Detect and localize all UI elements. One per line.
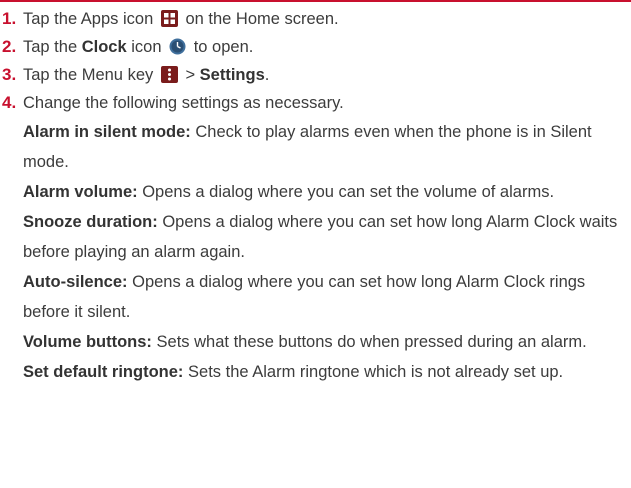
step-number: 2. — [2, 37, 17, 56]
clock-icon — [169, 36, 186, 64]
top-divider — [0, 0, 631, 2]
setting-name: Alarm volume: — [23, 183, 138, 201]
step-number: 1. — [2, 9, 17, 28]
step-text: . — [264, 66, 270, 84]
setting-description: Sets what these buttons do when pressed … — [156, 333, 587, 351]
setting-name: Volume buttons: — [23, 333, 152, 351]
step-text: Tap the — [23, 38, 82, 56]
setting-alarm-volume: Alarm volume: Opens a dialog where you c… — [23, 177, 628, 207]
setting-name: Set default ringtone: — [23, 363, 184, 381]
setting-auto-silence: Auto-silence: Opens a dialog where you c… — [23, 267, 628, 327]
setting-description: Opens a dialog where you can set the vol… — [142, 183, 555, 201]
step-number: 4. — [2, 93, 17, 112]
setting-snooze-duration: Snooze duration: Opens a dialog where yo… — [23, 207, 628, 267]
step-4: 4. Change the following settings as nece… — [0, 89, 631, 117]
setting-volume-buttons: Volume buttons: Sets what these buttons … — [23, 327, 628, 357]
apps-grid-icon — [160, 8, 178, 36]
step-text: on the Home screen. — [185, 10, 339, 28]
step-text: to open. — [193, 38, 254, 56]
setting-name: Snooze duration: — [23, 213, 158, 231]
setting-name: Auto-silence: — [23, 273, 128, 291]
setting-name: Alarm in silent mode: — [23, 123, 191, 141]
step-1: 1. Tap the Apps icon on the Home screen. — [0, 5, 631, 33]
settings-list: Alarm in silent mode: Check to play alar… — [23, 117, 628, 387]
setting-description: Sets the Alarm ringtone which is not alr… — [188, 363, 564, 381]
step-number: 3. — [2, 65, 17, 84]
step-text: > — [185, 66, 200, 84]
step-text: Change the following settings as necessa… — [23, 94, 344, 112]
setting-alarm-in-silent-mode: Alarm in silent mode: Check to play alar… — [23, 117, 628, 177]
step-text: Tap the Apps icon — [23, 10, 154, 28]
step-bold-term: Settings — [199, 66, 265, 84]
step-2: 2. Tap the Clock icon to open. — [0, 33, 631, 61]
step-text: icon — [126, 38, 162, 56]
instruction-steps: 1. Tap the Apps icon on the Home screen.… — [0, 5, 631, 117]
step-bold-term: Clock — [81, 38, 127, 56]
step-3: 3. Tap the Menu key > Settings. — [0, 61, 631, 89]
step-text: Tap the Menu key — [23, 66, 154, 84]
setting-default-ringtone: Set default ringtone: Sets the Alarm rin… — [23, 357, 628, 387]
menu-key-icon — [160, 64, 178, 92]
